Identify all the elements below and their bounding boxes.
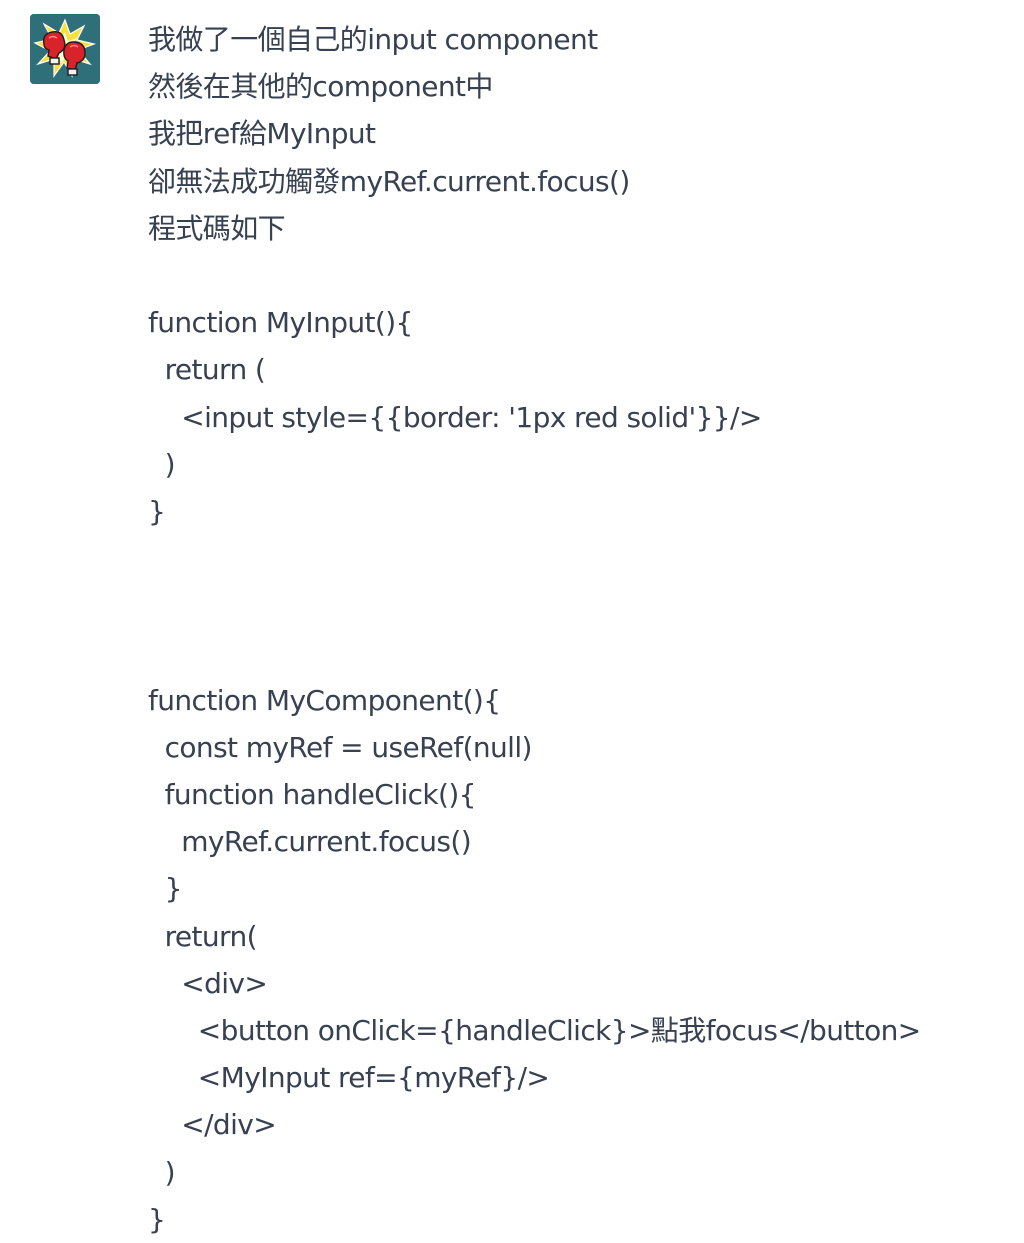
code-line: </div> [148,1108,277,1142]
message-line: 程式碼如下 [148,211,286,245]
message-body: 我做了一個自己的input component 然後在其他的component中… [148,16,1008,1243]
code-line: <MyInput ref={myRef}/> [148,1061,550,1095]
chat-message: 我做了一個自己的input component 然後在其他的component中… [0,0,1024,1236]
message-line: 卻無法成功觸發myRef.current.focus() [148,164,630,198]
code-line: return ( [148,353,266,387]
code-line: myRef.current.focus() [148,825,472,859]
message-line: 然後在其他的component中 [148,70,493,104]
code-line: } [148,872,183,906]
code-line: function MyInput(){ [148,306,413,340]
message-line: 我把ref給MyInput [148,117,376,151]
code-line: return( [148,919,258,953]
code-line: } [148,494,166,528]
code-line: function MyComponent(){ [148,683,501,717]
code-line: const myRef = useRef(null) [148,730,533,764]
code-line: } [148,1202,166,1236]
message-line: 我做了一個自己的input component [148,23,598,56]
boxing-gloves-icon [30,14,100,84]
code-line: <input style={{border: '1px red solid'}}… [148,400,762,434]
code-line: <button onClick={handleClick}>點我focus</b… [148,1013,921,1047]
code-line: <div> [148,966,268,1000]
code-line: ) [148,447,176,481]
code-line: ) [148,1155,176,1189]
code-line: function handleClick(){ [148,778,477,811]
user-avatar [30,14,100,84]
